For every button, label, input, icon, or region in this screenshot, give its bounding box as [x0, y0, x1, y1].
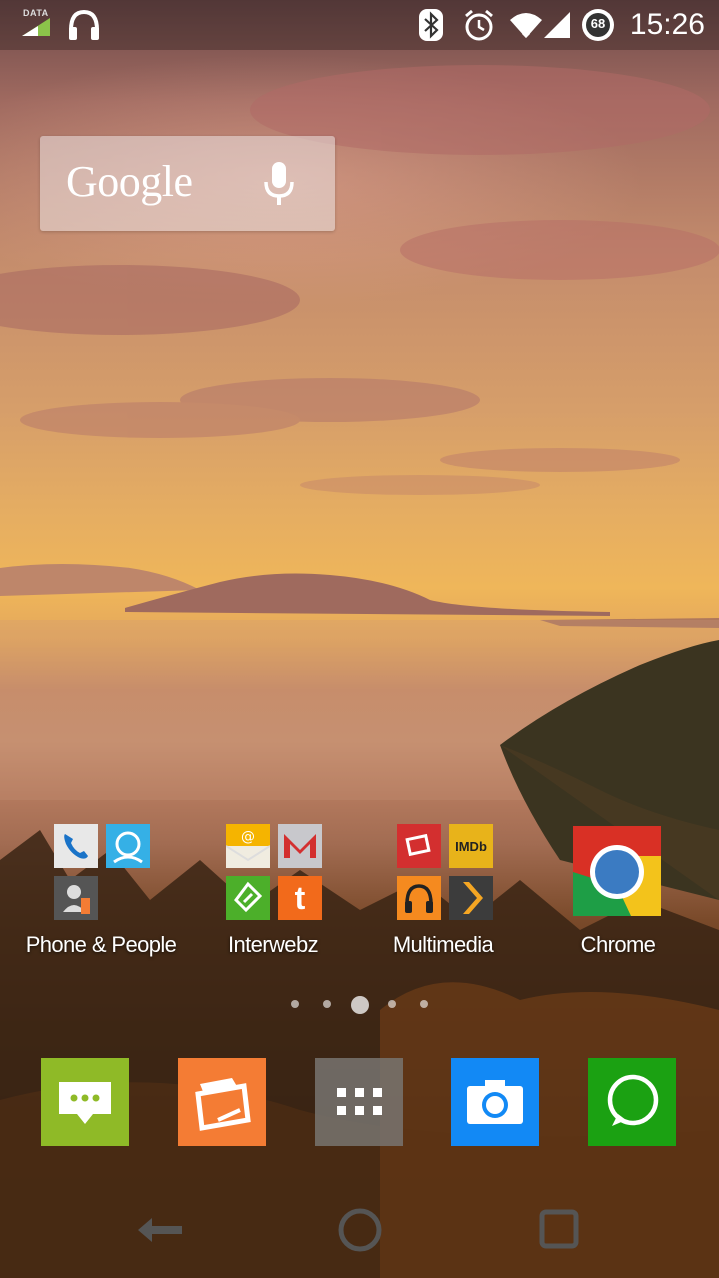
folder-multimedia[interactable]: IMDb Multimedia: [363, 820, 523, 970]
dialer-contact-icon: [54, 876, 98, 920]
svg-text:@: @: [241, 829, 255, 845]
camera-icon[interactable]: [451, 1058, 539, 1146]
home-button[interactable]: [330, 1200, 390, 1260]
wallet-icon[interactable]: [178, 1058, 266, 1146]
imdb-icon: IMDb: [449, 824, 493, 868]
chrome-label: Chrome: [580, 932, 656, 957]
app-drawer-button[interactable]: [315, 1058, 403, 1146]
feedly-icon: [226, 876, 270, 920]
page-dot: [388, 1000, 396, 1008]
recents-button[interactable]: [530, 1200, 590, 1260]
whatsapp-icon[interactable]: [588, 1058, 676, 1146]
chrome-icon[interactable]: [573, 826, 661, 916]
plex-icon: [449, 876, 493, 920]
folder-label: Interwebz: [228, 932, 319, 957]
page-dot: [291, 1000, 299, 1008]
page-dot-current: [351, 996, 369, 1014]
folder-label: Multimedia: [392, 932, 494, 957]
headphones-icon: [69, 9, 99, 40]
status-bar: DATA 68 15:26: [0, 0, 719, 50]
folder-label: Phone & People: [25, 932, 177, 957]
wifi-icon: [510, 13, 542, 38]
folder-phone-and-people[interactable]: Phone & People: [21, 820, 181, 970]
bluetooth-icon: [419, 9, 443, 41]
battery-level: 68: [590, 16, 606, 31]
back-button[interactable]: [130, 1200, 190, 1260]
phone-icon: [54, 824, 98, 868]
app-grid-icon: [337, 1088, 382, 1115]
gallery-icon: [397, 824, 441, 868]
alarm-icon: [465, 9, 493, 41]
play-music-icon: [397, 876, 441, 920]
email-icon: @: [226, 824, 270, 868]
google-logo: Google: [66, 157, 193, 206]
gmail-icon: [278, 824, 322, 868]
clock: 15:26: [629, 8, 705, 41]
google-search-widget[interactable]: Google: [40, 136, 335, 231]
page-dot: [420, 1000, 428, 1008]
cell-signal-icon: [544, 12, 570, 38]
page-dot: [323, 1000, 331, 1008]
folder-interwebz[interactable]: @ t Interwebz: [193, 820, 353, 970]
messaging-icon[interactable]: [41, 1058, 129, 1146]
data-label: DATA: [23, 8, 49, 18]
microphone-icon[interactable]: [262, 160, 296, 208]
tumblr-icon: t: [278, 876, 322, 920]
contacts-icon: [106, 824, 150, 868]
